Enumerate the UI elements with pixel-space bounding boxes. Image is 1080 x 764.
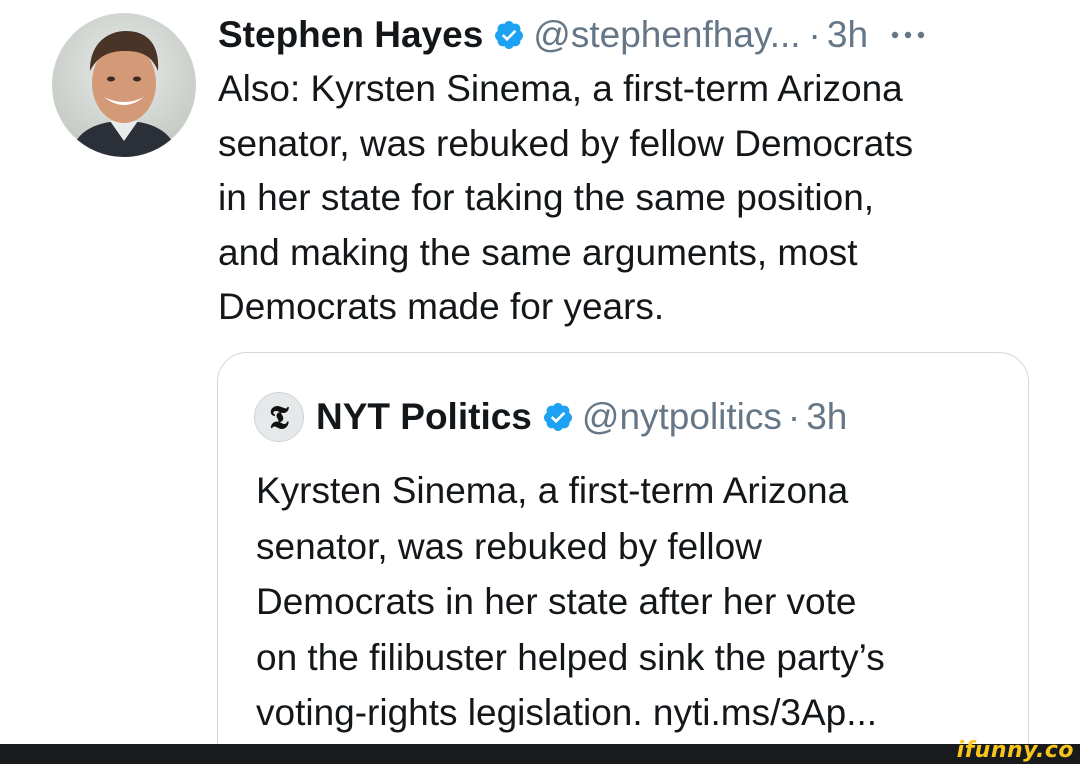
more-horizontal-icon[interactable] [890,30,926,40]
watermark-bar: ifunny.co [0,738,1080,764]
tweet-time[interactable]: 3h [827,8,868,62]
author-handle[interactable]: @stephenfhay... [533,8,800,62]
avatar-photo [52,13,196,157]
verified-badge-icon [495,21,524,49]
ifunny-watermark: ifunny.co [956,738,1074,763]
tweet[interactable]: Stephen Hayes @stephenfhay... · 3h Also:… [218,8,1048,335]
author-avatar[interactable] [52,13,196,157]
quoted-tweet-card[interactable]: 𝕿 NYT Politics @nytpolitics · 3h Kyrsten… [217,352,1029,764]
separator-dot: · [787,396,801,437]
quoted-tweet-text: Kyrsten Sinema, a first-term Arizona sen… [256,470,885,733]
quoted-author-handle[interactable]: @nytpolitics [582,396,782,438]
nyt-logo-icon: 𝕿 [254,392,304,442]
quoted-tweet-header: 𝕿 NYT Politics @nytpolitics · 3h [254,389,847,445]
author-name[interactable]: Stephen Hayes [218,8,483,62]
verified-badge-icon [543,403,572,431]
separator-dot: · [808,14,821,55]
tweet-text: Also: Kyrsten Sinema, a first-term Arizo… [218,68,914,327]
quoted-author-name[interactable]: NYT Politics [316,396,532,438]
quoted-tweet-time[interactable]: 3h [806,396,847,438]
tweet-header: Stephen Hayes @stephenfhay... · 3h [218,8,1048,62]
